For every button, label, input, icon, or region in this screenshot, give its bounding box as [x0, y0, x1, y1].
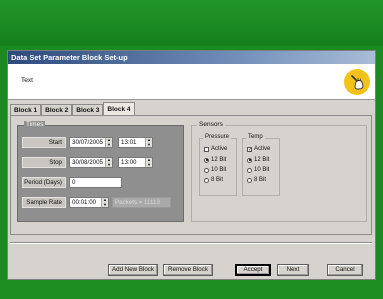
start-label: Start	[22, 137, 66, 148]
stop-time-spinner-icon[interactable]: ▲ ▼	[145, 157, 152, 167]
checkbox-checked-icon: ✓	[247, 146, 253, 153]
start-date-spinner-icon[interactable]: ▲ ▼	[105, 137, 112, 147]
sample-rate-spinner-icon[interactable]: ▲ ▼	[101, 197, 108, 207]
next-button[interactable]: Next	[277, 264, 309, 276]
temp-option-label: 12 Bit	[254, 157, 270, 163]
stop-date-spinner-icon[interactable]: ▲ ▼	[105, 157, 112, 167]
pressure-option-label: 12 Bit	[211, 157, 227, 163]
radio-selected-icon	[204, 157, 209, 163]
start-time-field[interactable]: 13:01 ▲ ▼	[118, 137, 153, 148]
period-label: Period (Days)	[22, 177, 66, 188]
radio-unselected-icon	[204, 177, 209, 183]
sensors-group: Sensors Pressure Active 12 Bit 10 Bit 8 …	[191, 121, 367, 222]
radio-unselected-icon	[247, 177, 252, 183]
period-field[interactable]: 0	[69, 177, 122, 188]
desktop-background-bottom	[0, 280, 383, 299]
temp-active-checkbox[interactable]: ✓ Active	[247, 145, 270, 153]
start-time-spinner-icon[interactable]: ▲ ▼	[145, 137, 152, 147]
stop-date-value: 30/08/2005	[72, 159, 103, 166]
stop-time-field[interactable]: 13:00 ▲ ▼	[118, 157, 153, 168]
stop-label: Stop	[22, 157, 66, 168]
sensors-group-title: Sensors	[197, 121, 225, 128]
tab-panel: Times Start 30/07/2005 ▲ ▼ 13:01 ▲ ▼ Stop …	[10, 115, 372, 235]
desktop-background-top	[0, 0, 383, 46]
start-date-value: 30/07/2005	[72, 139, 103, 146]
accept-button[interactable]: Accept	[235, 264, 271, 276]
tab-block-4[interactable]: Block 4	[103, 102, 135, 116]
radio-selected-icon	[247, 157, 252, 163]
header-panel: Text	[8, 64, 375, 100]
start-time-value: 13:01	[121, 139, 137, 146]
pressure-active-label: Active	[211, 146, 228, 152]
pressure-active-checkbox[interactable]: Active	[204, 145, 227, 153]
sample-rate-label: Sample Rate	[22, 197, 66, 208]
temp-option-12bit[interactable]: 12 Bit	[247, 156, 269, 164]
add-new-block-button[interactable]: Add New Block	[108, 264, 158, 276]
pressure-group: Pressure Active 12 Bit 10 Bit 8 Bit	[199, 134, 237, 196]
pressure-option-label: 8 Bit	[211, 177, 224, 183]
temp-option-label: 10 Bit	[254, 167, 270, 173]
sample-rate-field[interactable]: 00:01:00 ▲ ▼	[69, 197, 109, 208]
pressure-option-10bit[interactable]: 10 Bit	[204, 166, 226, 174]
start-date-field[interactable]: 30/07/2005 ▲ ▼	[69, 137, 113, 148]
remove-block-button[interactable]: Remove Block	[163, 264, 213, 276]
pressure-group-title: Pressure	[203, 134, 232, 140]
radio-unselected-icon	[247, 167, 252, 173]
stop-date-field[interactable]: 30/08/2005 ▲ ▼	[69, 157, 113, 168]
sample-rate-value: 00:01:00	[72, 199, 97, 206]
window-title: Data Set Parameter Block Set-up	[8, 51, 375, 64]
temp-active-label: Active	[254, 146, 271, 152]
temp-option-8bit[interactable]: 8 Bit	[247, 176, 266, 184]
temp-group-title: Temp	[246, 134, 265, 140]
times-group: Times Start 30/07/2005 ▲ ▼ 13:01 ▲ ▼ Stop …	[17, 121, 184, 222]
pressure-option-label: 10 Bit	[211, 167, 227, 173]
temp-option-10bit[interactable]: 10 Bit	[247, 166, 269, 174]
cancel-button[interactable]: Cancel	[327, 264, 363, 276]
header-text: Text	[21, 77, 33, 84]
checkbox-unchecked-icon	[204, 146, 209, 152]
packets-readout: Packets = 11113	[112, 197, 171, 208]
pressure-option-8bit[interactable]: 8 Bit	[204, 176, 223, 184]
dialog-window: Data Set Parameter Block Set-up Text Blo…	[7, 50, 376, 280]
pressure-option-12bit[interactable]: 12 Bit	[204, 156, 226, 164]
footer-separator	[10, 242, 372, 244]
temp-option-label: 8 Bit	[254, 177, 267, 183]
temp-group: Temp ✓ Active 12 Bit 10 Bit 8 Bit	[242, 134, 280, 196]
wizard-hand-icon	[344, 69, 370, 95]
times-group-title: Times	[24, 121, 46, 128]
radio-unselected-icon	[204, 167, 209, 173]
stop-time-value: 13:00	[121, 159, 137, 166]
